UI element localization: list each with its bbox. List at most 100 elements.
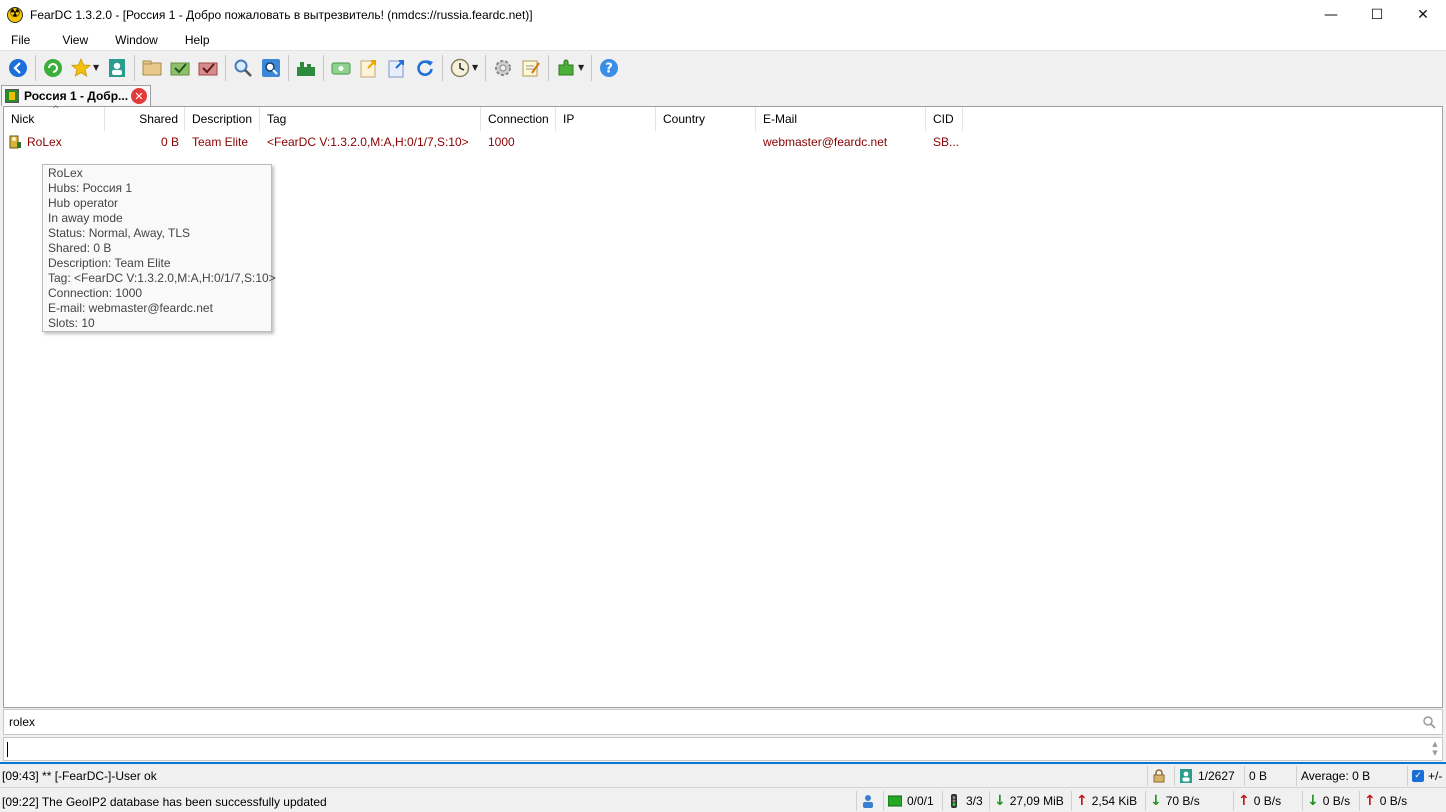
hubs-traffic-light-icon (951, 794, 957, 808)
cell-email: webmaster@feardc.net (763, 135, 888, 149)
adl-search-icon[interactable] (260, 57, 282, 79)
toolbar-separator (323, 54, 324, 81)
user-info-tooltip: RoLex Hubs: Россия 1 Hub operator In awa… (42, 164, 276, 332)
svg-text:?: ? (605, 61, 613, 76)
toolbar: ▼ ▼ ▼ ? (0, 50, 1446, 84)
download-speed-text: 70 B/s (1165, 794, 1200, 808)
finished-downloads-icon[interactable] (169, 57, 191, 79)
open-file-list-icon[interactable] (358, 57, 380, 79)
settings-gear-icon[interactable] (492, 57, 514, 79)
status-download-limit: ↓ 0 B/s (1302, 791, 1358, 811)
away-clock-icon[interactable] (449, 57, 471, 79)
plugins-dropdown-icon[interactable]: ▼ (578, 63, 586, 72)
download-limit-arrow-icon: ↓ (1307, 793, 1319, 809)
column-description[interactable]: Description (185, 107, 260, 131)
download-speed-arrow-icon: ↓ (1150, 793, 1162, 809)
toolbar-separator (548, 54, 549, 81)
menu-window[interactable]: Window (99, 33, 169, 47)
status-plus-minus-toggle[interactable]: ✓ +/- (1407, 766, 1446, 786)
maximize-button[interactable]: ☐ (1354, 0, 1400, 30)
checkbox-checked-icon[interactable]: ✓ (1412, 770, 1424, 782)
title-bar: FearDC 1.3.2.0 - [Россия 1 - Добро пожал… (0, 0, 1446, 30)
tab-close-icon[interactable]: ✕ (131, 88, 147, 104)
open-own-list-icon[interactable] (386, 57, 408, 79)
tooltip-line: Slots: 10 (48, 316, 95, 330)
user-filter-bar[interactable]: rolex (3, 709, 1443, 735)
minimize-button[interactable]: — (1308, 0, 1354, 30)
cell-description: Team Elite (192, 135, 249, 149)
queue-icon[interactable] (141, 57, 163, 79)
column-cid[interactable]: CID (926, 107, 963, 131)
search-icon[interactable] (232, 57, 254, 79)
download-arrow-icon: ↓ (994, 793, 1006, 809)
column-nick[interactable]: Nick ^ (4, 105, 105, 131)
cell-country (656, 131, 756, 153)
user-icon (863, 795, 873, 808)
filter-search-icon[interactable] (1422, 715, 1436, 729)
column-email[interactable]: E-Mail (756, 107, 926, 131)
column-connection[interactable]: Connection (481, 107, 556, 131)
file-list-icon[interactable] (330, 57, 352, 79)
status-lock-segment (1147, 766, 1173, 786)
feardc-app-icon[interactable] (7, 6, 23, 23)
away-dropdown-icon[interactable]: ▼ (472, 63, 480, 72)
finished-uploads-icon[interactable] (197, 57, 219, 79)
cell-cid: SB... (933, 135, 960, 149)
tab-hub-russia[interactable]: Россия 1 - Добр... ✕ (1, 85, 151, 106)
lock-icon (1153, 769, 1165, 783)
reconnect-icon[interactable] (42, 57, 64, 79)
status-message-previous: [09:22] The GeoIP2 database has been suc… (2, 795, 327, 809)
toolbar-separator (288, 54, 289, 81)
users-icon (1180, 769, 1192, 783)
menu-view[interactable]: View (41, 33, 99, 47)
tooltip-line: Tag: <FearDC V:1.3.2.0,M:A,H:0/1/7,S:10> (48, 271, 276, 285)
user-filter-input[interactable]: rolex (9, 715, 35, 729)
status-bar-top: [09:43] ** [-FearDC-]-User ok 1/2627 0 B… (0, 764, 1446, 788)
upload-limit-text: 0 B/s (1379, 794, 1408, 808)
column-tag[interactable]: Tag (260, 107, 481, 131)
status-slots: 0/0/1 (883, 791, 940, 811)
toolbar-separator (225, 54, 226, 81)
tooltip-line: Connection: 1000 (48, 286, 143, 300)
menu-help[interactable]: Help (169, 33, 221, 47)
refresh-share-icon[interactable] (414, 57, 436, 79)
close-button[interactable]: ✕ (1400, 0, 1446, 30)
text-caret (7, 742, 8, 757)
plus-minus-label: +/- (1428, 769, 1443, 783)
chat-message-input[interactable]: ▲ ▼ (3, 737, 1443, 761)
connect-icon[interactable] (7, 57, 29, 79)
search-spy-icon[interactable] (295, 57, 317, 79)
status-users-count: 1/2627 (1174, 766, 1240, 786)
toolbar-separator (485, 54, 486, 81)
favorite-users-icon[interactable] (106, 57, 128, 79)
tooltip-line: E-mail: webmaster@feardc.net (48, 301, 213, 315)
message-scroll-arrows[interactable]: ▲ ▼ (1430, 740, 1440, 758)
cell-ip (556, 131, 656, 153)
plugins-puzzle-icon[interactable] (555, 57, 577, 79)
upload-limit-arrow-icon: ↑ (1364, 793, 1376, 809)
window-title: FearDC 1.3.2.0 - [Россия 1 - Добро пожал… (30, 8, 533, 22)
toolbar-separator (442, 54, 443, 81)
notepad-icon[interactable] (520, 57, 542, 79)
favorites-star-icon[interactable] (70, 57, 92, 79)
status-hub-share: 0 B (1244, 766, 1292, 786)
users-count-text: 1/2627 (1198, 769, 1235, 783)
menu-bar: File View Window Help (0, 30, 1446, 50)
cell-connection: 1000 (488, 135, 515, 149)
table-row[interactable]: RoLex 0 B Team Elite <FearDC V:1.3.2.0,M… (4, 131, 1442, 153)
window-controls: — ☐ ✕ (1308, 0, 1446, 30)
status-upload-limit: ↑ 0 B/s (1359, 791, 1419, 811)
tooltip-line: Shared: 0 B (48, 241, 112, 255)
favorites-dropdown-icon[interactable]: ▼ (93, 63, 101, 72)
tooltip-line: Status: Normal, Away, TLS (48, 226, 191, 240)
column-ip[interactable]: IP (556, 107, 656, 131)
help-icon[interactable]: ? (598, 57, 620, 79)
column-country[interactable]: Country (656, 107, 756, 131)
tooltip-line: Description: Team Elite (48, 256, 171, 270)
uploaded-text: 2,54 KiB (1091, 794, 1138, 808)
status-bar-bottom: [09:22] The GeoIP2 database has been suc… (0, 789, 1446, 812)
status-downloaded: ↓ 27,09 MiB (989, 791, 1069, 811)
status-download-speed: ↓ 70 B/s (1145, 791, 1231, 811)
menu-file[interactable]: File (0, 33, 41, 47)
column-shared[interactable]: Shared (105, 107, 185, 131)
